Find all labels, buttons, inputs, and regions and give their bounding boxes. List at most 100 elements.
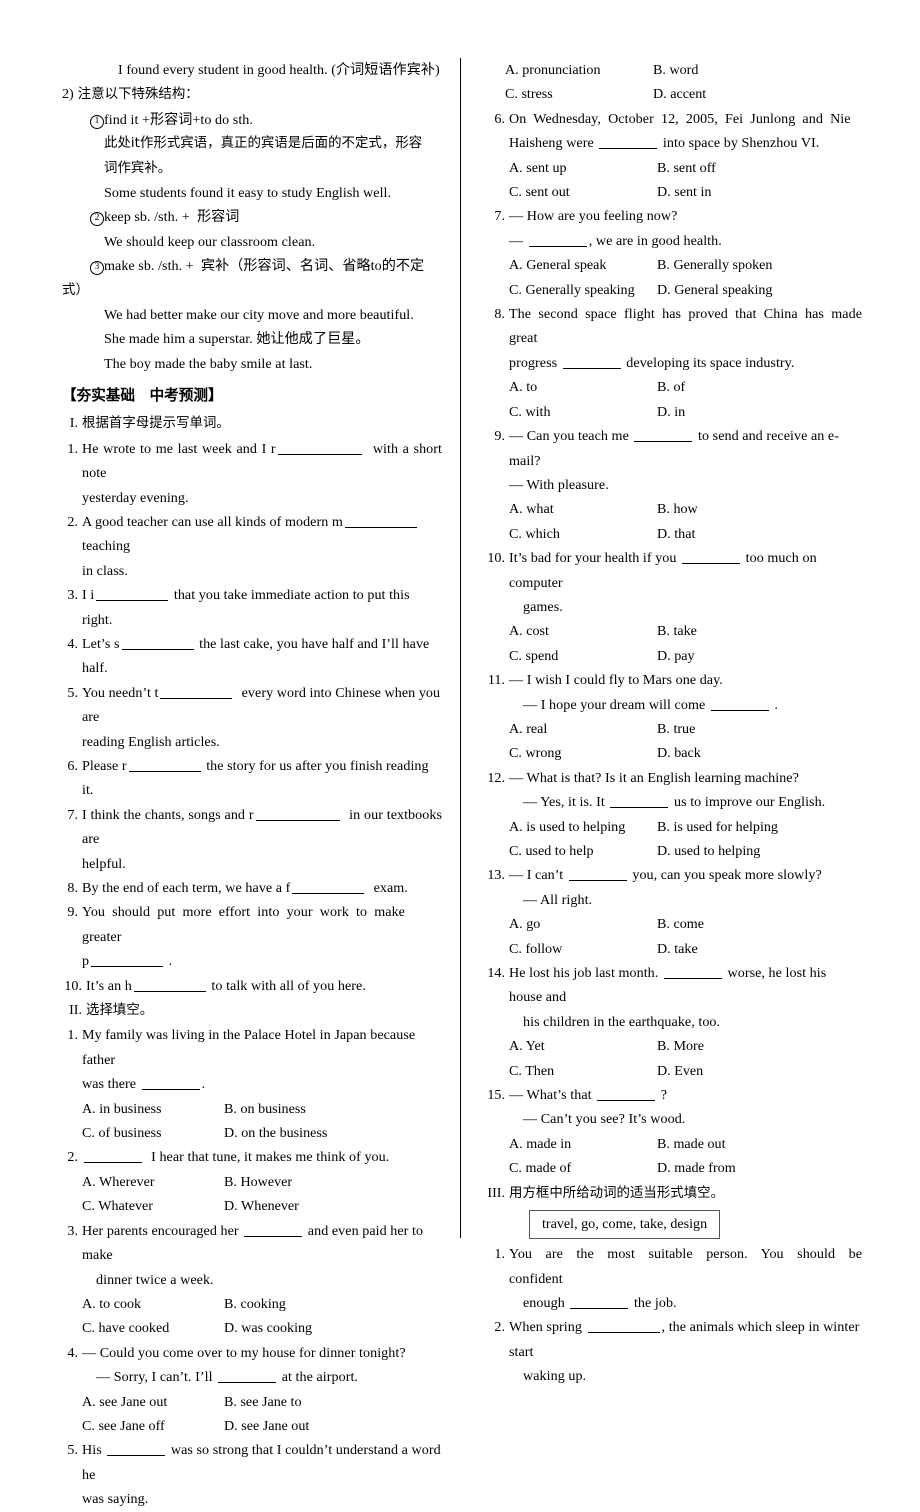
option-a[interactable]: A. made in <box>509 1132 657 1156</box>
option-a[interactable]: A. General speak <box>509 253 657 277</box>
option-d[interactable]: D. used to helping <box>657 839 862 863</box>
option-b[interactable]: B. on business <box>224 1097 442 1121</box>
option-c[interactable]: C. of business <box>82 1121 224 1145</box>
answer-blank[interactable] <box>160 697 233 699</box>
option-d[interactable]: D. in <box>657 400 862 424</box>
answer-blank[interactable] <box>277 453 362 455</box>
option-b[interactable]: B. is used for helping <box>657 815 862 839</box>
option-d[interactable]: D. take <box>657 937 862 961</box>
option-c[interactable]: C. Whatever <box>82 1194 224 1218</box>
answer-blank[interactable] <box>218 1382 277 1384</box>
option-b[interactable]: B. word <box>653 58 862 82</box>
answer-blank[interactable] <box>84 1162 142 1164</box>
option-c[interactable]: C. spend <box>509 644 657 668</box>
option-a[interactable]: A. pronunciation <box>505 58 653 82</box>
answer-blank[interactable] <box>344 526 417 528</box>
grammar-sub-3-wrap: 式） <box>62 282 89 298</box>
option-a[interactable]: A. see Jane out <box>82 1390 224 1414</box>
answer-blank[interactable] <box>107 1455 166 1457</box>
option-c[interactable]: C. follow <box>509 937 657 961</box>
option-d[interactable]: D. was cooking <box>224 1316 442 1340</box>
answer-blank[interactable] <box>255 819 340 821</box>
option-a[interactable]: A. Yet <box>509 1034 657 1058</box>
question-stem-punct: . <box>201 1076 206 1093</box>
option-c[interactable]: C. made of <box>509 1156 657 1180</box>
item-number: 4. <box>67 635 78 652</box>
answer-blank[interactable] <box>710 709 769 711</box>
option-b[interactable]: B. true <box>657 717 862 741</box>
option-b[interactable]: B. take <box>657 619 862 643</box>
option-d[interactable]: D. pay <box>657 644 862 668</box>
option-c[interactable]: C. stress <box>505 82 653 106</box>
answer-blank[interactable] <box>128 770 201 772</box>
answer-blank[interactable] <box>133 990 206 992</box>
answer-blank[interactable] <box>91 966 164 968</box>
option-b[interactable]: B. see Jane to <box>224 1390 442 1414</box>
option-a[interactable]: A. in business <box>82 1097 224 1121</box>
option-c[interactable]: C. Generally speaking <box>509 278 657 302</box>
option-a[interactable]: A. is used to helping <box>509 815 657 839</box>
option-d[interactable]: D. on the business <box>224 1121 442 1145</box>
option-b[interactable]: B. Generally spoken <box>657 253 862 277</box>
item-text: I think the chants, songs and r <box>82 806 254 823</box>
answer-blank[interactable] <box>121 648 194 650</box>
option-c[interactable]: C. used to help <box>509 839 657 863</box>
option-c[interactable]: C. with <box>509 400 657 424</box>
option-d[interactable]: D. Whenever <box>224 1194 442 1218</box>
option-a[interactable]: A. what <box>509 497 657 521</box>
option-a[interactable]: A. sent up <box>509 156 657 180</box>
answer-blank[interactable] <box>610 807 669 809</box>
option-a[interactable]: A. go <box>509 912 657 936</box>
option-d[interactable]: D. back <box>657 741 862 765</box>
answer-blank[interactable] <box>244 1235 303 1237</box>
option-d[interactable]: D. sent in <box>657 180 862 204</box>
answer-blank[interactable] <box>96 600 169 602</box>
option-b[interactable]: B. come <box>657 912 862 936</box>
option-a[interactable]: A. Wherever <box>82 1170 224 1194</box>
option-c[interactable]: C. Then <box>509 1059 657 1083</box>
answer-blank[interactable] <box>597 1100 656 1102</box>
answer-blank[interactable] <box>634 441 693 443</box>
answer-blank[interactable] <box>528 245 587 247</box>
item-text: Please r <box>82 757 127 774</box>
option-c[interactable]: C. wrong <box>509 741 657 765</box>
option-c[interactable]: C. see Jane off <box>82 1414 224 1438</box>
option-b[interactable]: B. how <box>657 497 862 521</box>
answer-blank[interactable] <box>292 893 365 894</box>
option-b[interactable]: B. sent off <box>657 156 862 180</box>
answer-blank[interactable] <box>599 148 658 150</box>
option-b[interactable]: B. made out <box>657 1132 862 1156</box>
answer-blank[interactable] <box>587 1332 660 1334</box>
answer-blank[interactable] <box>568 880 627 882</box>
option-d[interactable]: D. made from <box>657 1156 862 1180</box>
grammar-sub-1: 1 find it +形容词+to do sth. <box>90 108 442 132</box>
option-c[interactable]: C. have cooked <box>82 1316 224 1340</box>
item-number: 8. <box>67 880 78 896</box>
item-number: 6. <box>67 757 78 774</box>
option-b[interactable]: B. More <box>657 1034 862 1058</box>
option-a[interactable]: A. to <box>509 375 657 399</box>
option-b[interactable]: B. However <box>224 1170 442 1194</box>
grammar-point-2-number: 2) <box>62 86 74 103</box>
answer-blank[interactable] <box>570 1307 629 1309</box>
answer-blank[interactable] <box>141 1089 200 1091</box>
question-stem-tail: developing its space industry. <box>622 354 795 371</box>
answer-blank[interactable] <box>682 563 741 565</box>
option-d[interactable]: D. accent <box>653 82 862 106</box>
option-d[interactable]: D. that <box>657 522 862 546</box>
answer-blank[interactable] <box>562 367 621 369</box>
question-stem: — What’s that <box>509 1087 596 1104</box>
option-b[interactable]: B. cooking <box>224 1292 442 1316</box>
option-a[interactable]: A. cost <box>509 619 657 643</box>
answer-blank[interactable] <box>663 978 722 980</box>
option-b[interactable]: B. of <box>657 375 862 399</box>
option-c[interactable]: C. sent out <box>509 180 657 204</box>
option-d[interactable]: D. Even <box>657 1059 862 1083</box>
question-stem: My family was living in the Palace Hotel… <box>82 1027 419 1068</box>
option-c[interactable]: C. which <box>509 522 657 546</box>
option-a[interactable]: A. to cook <box>82 1292 224 1316</box>
list-item: 6. On Wednesday, October 12, 2005, Fei J… <box>483 107 862 205</box>
option-a[interactable]: A. real <box>509 717 657 741</box>
option-d[interactable]: D. see Jane out <box>224 1414 442 1438</box>
option-d[interactable]: D. General speaking <box>657 278 862 302</box>
